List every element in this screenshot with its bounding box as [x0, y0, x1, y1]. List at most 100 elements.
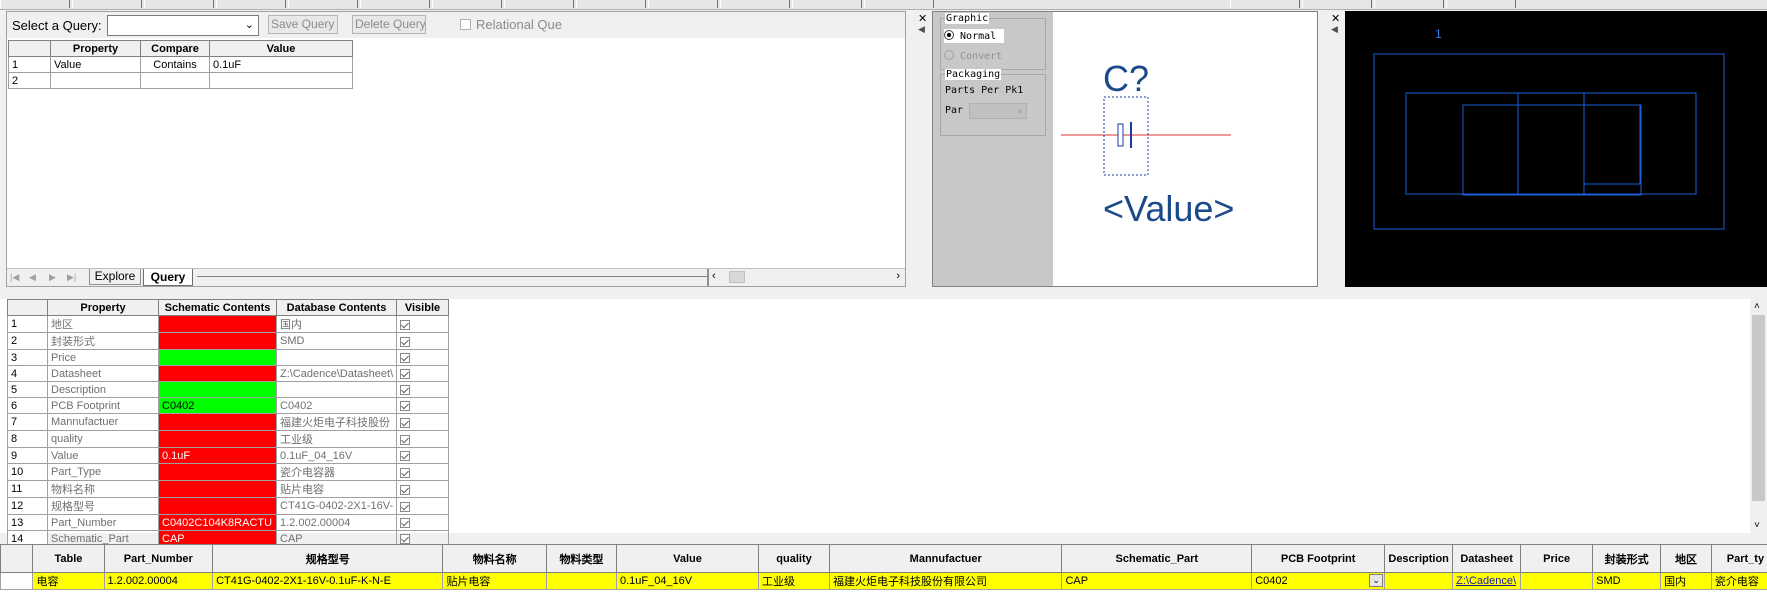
column-header-property[interactable]: Property [50, 40, 141, 57]
cell-visible[interactable] [396, 514, 449, 531]
cell-property[interactable]: quality [47, 430, 159, 448]
splitter[interactable] [0, 287, 1767, 299]
cell-quality[interactable]: 工业级 [758, 572, 831, 590]
column-header-schematic-part[interactable]: Schematic_Part [1061, 544, 1253, 573]
table-row[interactable]: 电容 1.2.002.00004 CT41G-0402-2X1-16V-0.1u… [0, 572, 1767, 590]
visible-checkbox[interactable] [400, 484, 410, 495]
cell-property[interactable]: Part_Number [47, 514, 159, 531]
cell-database-contents[interactable]: 0.1uF_04_16V [276, 447, 397, 464]
scroll-thumb[interactable] [1752, 315, 1765, 501]
table-row[interactable]: 13 Part_Number C0402C104K8RACTU 1.2.002.000… [7, 514, 449, 531]
table-row[interactable]: 10 Part_Type 瓷介电容器 [7, 463, 449, 481]
column-header-value[interactable]: Value [615, 544, 760, 573]
doc-tab[interactable] [864, 0, 934, 8]
cell-property[interactable]: Part_Type [47, 463, 159, 481]
visible-checkbox[interactable] [400, 319, 410, 330]
convert-option[interactable]: Convert [944, 49, 1014, 63]
cell-visible[interactable] [396, 315, 449, 333]
cell-schematic-contents[interactable]: 0.1uF [158, 447, 277, 464]
cell-schematic-contents[interactable] [158, 480, 277, 498]
cell-visible[interactable] [396, 480, 449, 498]
table-row[interactable]: 2 封装形式 SMD [7, 332, 449, 350]
cell-property[interactable]: 封装形式 [47, 332, 159, 350]
column-header-region[interactable]: 地区 [1660, 544, 1712, 573]
cell-database-contents[interactable]: 工业级 [276, 430, 397, 448]
row-selector[interactable] [0, 572, 34, 590]
chevron-down-icon[interactable]: ⌄ [1369, 574, 1384, 587]
scroll-left-icon[interactable]: ‹ [712, 270, 716, 282]
cell-database-contents[interactable]: 福建火炬电子科技股份 [276, 413, 397, 431]
cell-schematic-contents[interactable]: C0402 [158, 397, 277, 414]
cell-database-contents[interactable] [276, 349, 397, 366]
column-header-package[interactable]: 封装形式 [1592, 544, 1662, 573]
cell-database-contents[interactable]: 1.2.002.00004 [276, 514, 397, 531]
cell-description[interactable] [1384, 572, 1454, 590]
table-row[interactable]: 1 地区 国内 [7, 315, 449, 333]
cell-value[interactable]: 0.1uF_04_16V [615, 572, 760, 590]
query-grid[interactable]: Property Compare Value 1 Value Contains … [8, 40, 353, 89]
column-header-datasheet[interactable]: Datasheet [1452, 544, 1522, 573]
radio-selected-icon[interactable] [944, 30, 954, 40]
cell-visible[interactable] [396, 365, 449, 382]
scroll-right-icon[interactable]: › [896, 270, 900, 282]
prev-page-icon[interactable]: ◀ [29, 272, 36, 283]
column-header-table[interactable]: Table [32, 544, 105, 573]
cell-visible[interactable] [396, 497, 449, 515]
column-header-compare[interactable]: Compare [140, 40, 210, 57]
table-row[interactable]: 11 物料名称 贴片电容 [7, 480, 449, 498]
cell-visible[interactable] [396, 430, 449, 448]
cell-database-contents[interactable]: C0402 [276, 397, 397, 414]
cell-spec-model[interactable]: CT41G-0402-2X1-16V-0.1uF-K-N-E [212, 572, 444, 590]
doc-tab[interactable] [216, 0, 286, 8]
cell-database-contents[interactable]: Z:\Cadence\Datasheet\ [276, 365, 397, 382]
cell-schematic-contents[interactable] [158, 463, 277, 481]
cell-schematic-contents[interactable] [158, 381, 277, 398]
table-row[interactable]: 1 Value Contains 0.1uF [8, 56, 353, 73]
tab-query[interactable]: Query [143, 269, 193, 286]
column-header-material-name[interactable]: 物料名称 [442, 544, 547, 573]
cell-price[interactable] [1520, 572, 1594, 590]
cell-property[interactable]: 物料名称 [47, 480, 159, 498]
doc-tab[interactable] [792, 0, 862, 8]
radio-icon[interactable] [944, 50, 954, 60]
save-query-button[interactable]: Save Query [268, 15, 338, 34]
column-header-part-number[interactable]: Part_Number [103, 544, 214, 573]
cell-region[interactable]: 国内 [1660, 572, 1712, 590]
doc-tab[interactable] [504, 0, 574, 8]
cell-schematic-contents[interactable] [158, 315, 277, 333]
column-header-manufacturer[interactable]: Mannufactuer [829, 544, 1063, 573]
scroll-left-icon[interactable]: ◀ [918, 24, 925, 35]
cell-property[interactable] [50, 72, 141, 89]
visible-checkbox[interactable] [400, 467, 410, 478]
column-header-quality[interactable]: quality [758, 544, 831, 573]
table-row[interactable]: 12 规格型号 CT41G-0402-2X1-16V- [7, 497, 449, 515]
column-header-description[interactable]: Description [1384, 544, 1454, 573]
cell-property[interactable]: Description [47, 381, 159, 398]
doc-tab[interactable] [648, 0, 718, 8]
cell-schematic-contents[interactable] [158, 349, 277, 366]
cell-material-type[interactable] [545, 572, 617, 590]
column-header-material-type[interactable]: 物料类型 [545, 544, 617, 573]
cell-schematic-contents[interactable] [158, 413, 277, 431]
cell-property[interactable]: Price [47, 349, 159, 366]
column-header-spec-model[interactable]: 规格型号 [212, 544, 444, 573]
cell-property[interactable]: 规格型号 [47, 497, 159, 515]
cell-schematic-contents[interactable]: C0402C104K8RACTU [158, 514, 277, 531]
cell-property[interactable]: PCB Footprint [47, 397, 159, 414]
cell-table[interactable]: 电容 [32, 572, 105, 590]
table-row[interactable]: 4 Datasheet Z:\Cadence\Datasheet\ [7, 365, 449, 382]
doc-tab[interactable] [432, 0, 502, 8]
doc-tab[interactable] [720, 0, 790, 8]
visible-checkbox[interactable] [400, 385, 410, 395]
next-page-icon[interactable]: ▶ [49, 272, 56, 283]
cell-property[interactable]: Value [47, 447, 159, 464]
cell-schematic-part[interactable]: CAP [1061, 572, 1253, 590]
table-row[interactable]: 2 [8, 72, 353, 89]
cell-schematic-contents[interactable] [158, 365, 277, 382]
vertical-scrollbar[interactable]: ˄ ˅ [1750, 299, 1767, 533]
column-header-visible[interactable]: Visible [396, 299, 449, 316]
cell-value[interactable] [209, 72, 353, 89]
cell-database-contents[interactable]: CT41G-0402-2X1-16V- [276, 497, 397, 515]
cell-visible[interactable] [396, 447, 449, 464]
tab-explore[interactable]: Explore [89, 269, 141, 285]
